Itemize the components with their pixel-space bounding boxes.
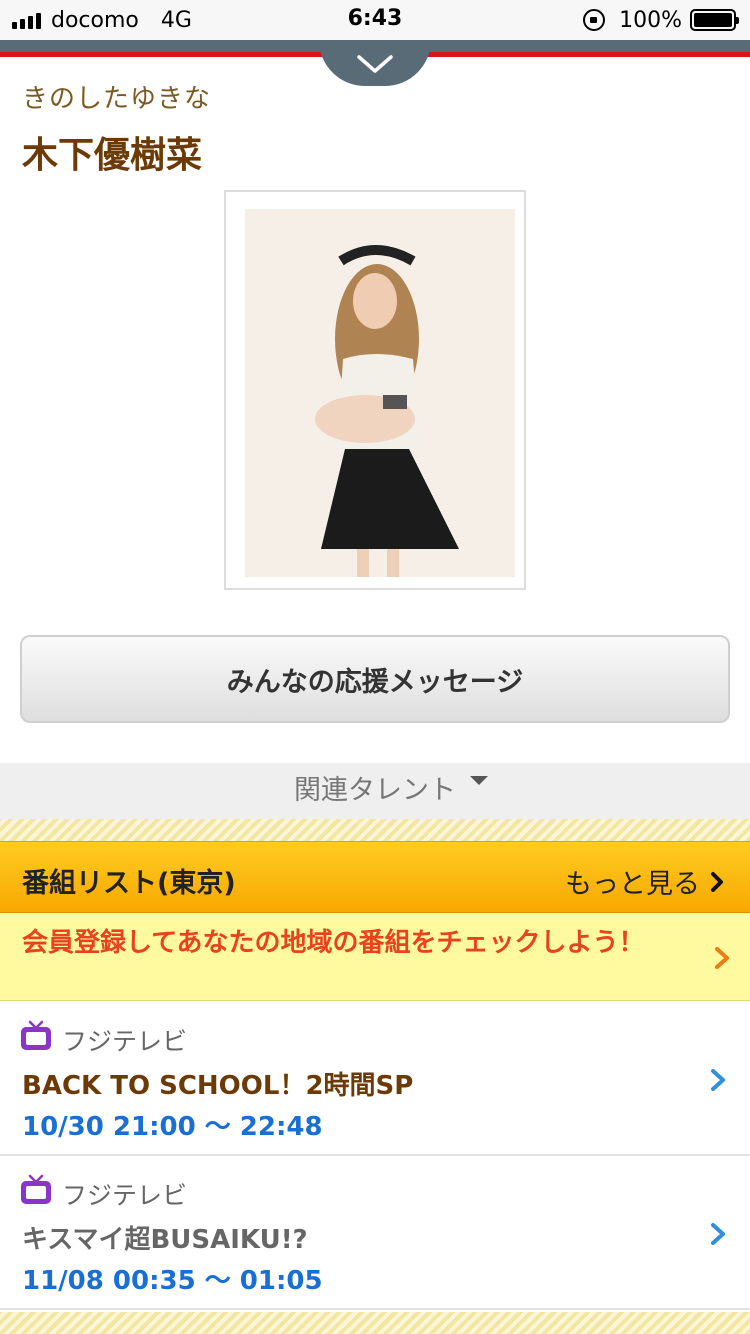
see-more-link[interactable]: もっと見る (565, 862, 724, 901)
talent-name: 木下優樹菜 (22, 135, 203, 176)
related-talent-toggle[interactable]: 関連タレント (0, 763, 750, 819)
program-item[interactable]: フジテレビ キスマイ超BUSAIKU!? 11/08 00:35 〜 01:05 (0, 1156, 750, 1310)
program-title: BACK TO SCHOOL！2時間SP (22, 1071, 414, 1101)
chevron-right-icon (711, 871, 723, 892)
talent-photo (245, 209, 515, 577)
program-channel: フジテレビ (62, 1027, 188, 1056)
battery-icon (690, 9, 739, 31)
program-item[interactable]: フジテレビ BACK TO SCHOOL！2時間SP 10/30 21:00 〜… (0, 1002, 750, 1156)
member-registration-text: 会員登録してあなたの地域の番組をチェックしよう！ (22, 928, 645, 958)
program-time: 11/08 00:35 〜 01:05 (22, 1266, 323, 1296)
tv-icon (21, 1020, 51, 1050)
header-collapse-tab[interactable] (319, 40, 431, 86)
status-right: 100% (583, 7, 739, 33)
talent-photo-frame (224, 190, 526, 590)
member-registration-banner[interactable]: 会員登録してあなたの地域の番組をチェックしよう！ (0, 913, 750, 1001)
related-talent-label: 関連タレント (294, 775, 456, 806)
program-channel: フジテレビ (62, 1181, 188, 1210)
talent-name-kana: きのしたゆきな (22, 84, 212, 114)
divider-stripes (0, 1312, 750, 1334)
program-list-header: 番組リスト(東京) もっと見る (0, 841, 750, 913)
status-bar: docomo 4G 6:43 100% (0, 0, 750, 40)
tv-icon (21, 1174, 51, 1204)
chevron-right-icon (711, 1223, 725, 1245)
caret-down-icon (470, 776, 488, 785)
chevron-right-icon (711, 1069, 725, 1091)
support-messages-button[interactable]: みんなの応援メッセージ (20, 635, 730, 723)
see-more-label: もっと見る (565, 869, 700, 900)
battery-percent: 100% (619, 7, 682, 33)
rotation-lock-icon (583, 9, 606, 31)
program-title: キスマイ超BUSAIKU!? (22, 1225, 308, 1255)
program-time: 10/30 21:00 〜 22:48 (22, 1112, 323, 1142)
program-list-title: 番組リスト(東京) (22, 868, 236, 899)
chevron-right-icon (715, 947, 729, 969)
divider-stripes (0, 819, 750, 841)
chevron-down-icon (357, 55, 393, 73)
